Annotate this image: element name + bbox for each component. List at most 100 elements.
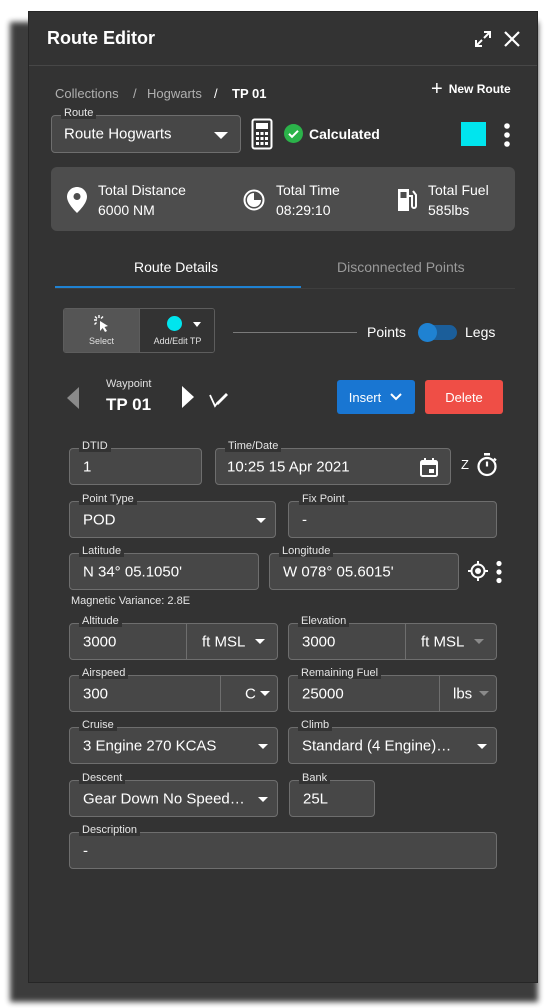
insert-label: Insert bbox=[348, 389, 382, 405]
elevation-unit-select[interactable]: ft MSL bbox=[406, 624, 496, 659]
check-circle-icon bbox=[284, 124, 303, 143]
dtid-value: 1 bbox=[83, 458, 92, 475]
time-date-label: Time/Date bbox=[225, 440, 282, 452]
breadcrumb-separator: / bbox=[133, 86, 137, 101]
elevation-unit-value: ft MSL bbox=[421, 633, 465, 650]
altitude-unit-select[interactable]: ft MSL bbox=[187, 624, 277, 659]
select-tool-button[interactable]: Select bbox=[64, 309, 139, 352]
bank-value: 25L bbox=[303, 790, 329, 807]
add-edit-tp-button[interactable]: Add/Edit TP bbox=[140, 309, 214, 352]
stopwatch-icon[interactable] bbox=[476, 453, 498, 482]
point-type-value: POD bbox=[83, 511, 116, 528]
bank-field[interactable]: 25L bbox=[289, 780, 375, 817]
route-select[interactable]: Route Hogwarts bbox=[51, 115, 241, 153]
fix-point-label: Fix Point bbox=[299, 493, 348, 505]
waypoint-name: TP 01 bbox=[106, 395, 152, 414]
descent-value: Gear Down No Speed… bbox=[83, 790, 245, 807]
climb-label: Climb bbox=[298, 719, 333, 731]
latitude-label: Latitude bbox=[79, 545, 125, 557]
time-zone-label: Z bbox=[461, 457, 469, 472]
calculator-icon[interactable] bbox=[251, 118, 273, 150]
cruise-select[interactable]: 3 Engine 270 KCAS bbox=[69, 727, 278, 764]
divider-line bbox=[233, 332, 357, 333]
fix-point-field[interactable]: - bbox=[288, 501, 497, 538]
longitude-label: Longitude bbox=[279, 545, 334, 557]
chevron-down-icon bbox=[390, 393, 402, 401]
total-fuel: Total Fuel 585lbs bbox=[428, 180, 489, 220]
airspeed-unit-value: C bbox=[245, 685, 256, 702]
time-date-field[interactable]: 10:25 15 Apr 2021 bbox=[215, 448, 451, 485]
total-distance-value: 6000 NM bbox=[98, 202, 155, 218]
more-vertical-icon[interactable] bbox=[503, 122, 511, 148]
select-tool-label: Select bbox=[88, 336, 114, 346]
tab-active-indicator bbox=[55, 286, 301, 288]
route-select-label: Route bbox=[61, 107, 97, 119]
total-time-value: 08:29:10 bbox=[276, 202, 331, 218]
elevation-field[interactable]: 3000 ft MSL bbox=[288, 623, 497, 660]
point-type-label: Point Type bbox=[79, 493, 137, 505]
delete-label: Delete bbox=[445, 389, 483, 405]
location-pin-icon bbox=[67, 187, 87, 218]
chevron-down-icon bbox=[193, 322, 201, 327]
climb-select[interactable]: Standard (4 Engine)… bbox=[288, 727, 497, 764]
calendar-icon[interactable] bbox=[420, 458, 438, 482]
breadcrumb-item-collections[interactable]: Collections bbox=[55, 86, 119, 101]
altitude-field[interactable]: 3000 ft MSL bbox=[69, 623, 278, 660]
legs-label: Legs bbox=[465, 324, 496, 340]
header-divider bbox=[29, 65, 537, 66]
tab-route-details[interactable]: Route Details bbox=[134, 259, 218, 275]
window-title: Route Editor bbox=[47, 28, 155, 48]
new-route-button[interactable]: + New Route bbox=[431, 78, 511, 100]
descent-select[interactable]: Gear Down No Speed… bbox=[69, 780, 278, 817]
waypoint-label: Waypoint bbox=[106, 378, 152, 390]
cruise-value: 3 Engine 270 KCAS bbox=[83, 737, 217, 754]
gps-target-icon[interactable] bbox=[468, 561, 488, 586]
description-field[interactable]: - bbox=[69, 832, 497, 869]
route-color-swatch[interactable] bbox=[461, 122, 486, 146]
dtid-field[interactable]: 1 bbox=[69, 448, 202, 485]
latitude-field[interactable]: N 34° 05.1050' bbox=[69, 553, 259, 590]
bank-label: Bank bbox=[299, 772, 331, 784]
elevation-label: Elevation bbox=[298, 615, 350, 627]
chevron-down-icon bbox=[477, 744, 487, 749]
close-icon[interactable] bbox=[502, 29, 522, 49]
tool-toggle-group: Select Add/Edit TP bbox=[63, 308, 215, 353]
expand-icon[interactable] bbox=[473, 29, 493, 49]
breadcrumb-separator: / bbox=[214, 86, 218, 101]
remaining-fuel-field[interactable]: 25000 lbs bbox=[288, 675, 497, 712]
edit-waypoint-icon[interactable] bbox=[207, 387, 231, 416]
longitude-field[interactable]: W 078° 05.6015' bbox=[269, 553, 459, 590]
cruise-label: Cruise bbox=[79, 719, 117, 731]
more-vertical-icon[interactable] bbox=[495, 560, 503, 589]
fuel-unit-value: lbs bbox=[453, 685, 473, 702]
chevron-down-icon bbox=[256, 518, 266, 523]
description-value: - bbox=[83, 842, 88, 859]
breadcrumb-current: TP 01 bbox=[232, 86, 267, 101]
breadcrumb-item-hogwarts[interactable]: Hogwarts bbox=[147, 86, 202, 101]
airspeed-field[interactable]: 300 C bbox=[69, 675, 278, 712]
tab-disconnected-points[interactable]: Disconnected Points bbox=[337, 259, 465, 275]
climb-value: Standard (4 Engine)… bbox=[302, 737, 452, 754]
total-time: Total Time 08:29:10 bbox=[276, 180, 340, 220]
dtid-label: DTID bbox=[79, 440, 111, 452]
chevron-down-icon bbox=[260, 691, 270, 696]
altitude-unit-value: ft MSL bbox=[202, 633, 246, 650]
fuel-unit-select[interactable]: lbs bbox=[440, 676, 496, 711]
status-text: Calculated bbox=[309, 126, 380, 142]
total-distance-label: Total Distance bbox=[98, 182, 186, 198]
delete-button[interactable]: Delete bbox=[425, 380, 503, 414]
airspeed-unit-select[interactable]: C bbox=[221, 676, 277, 711]
toggle-knob bbox=[418, 323, 437, 342]
points-legs-toggle[interactable] bbox=[418, 323, 457, 342]
insert-button[interactable]: Insert bbox=[337, 380, 415, 414]
latitude-value: N 34° 05.1050' bbox=[83, 563, 182, 580]
plus-icon: + bbox=[431, 78, 443, 100]
route-editor-panel: Route Editor Collections / Hogwarts / TP… bbox=[28, 11, 538, 983]
next-waypoint-icon[interactable] bbox=[182, 386, 194, 408]
point-type-select[interactable]: POD bbox=[69, 501, 276, 538]
altitude-value: 3000 bbox=[83, 633, 117, 650]
previous-waypoint-icon[interactable] bbox=[67, 387, 79, 409]
remaining-fuel-label: Remaining Fuel bbox=[298, 667, 382, 679]
add-edit-tp-label: Add/Edit TP bbox=[153, 336, 202, 346]
clock-icon bbox=[243, 189, 265, 216]
